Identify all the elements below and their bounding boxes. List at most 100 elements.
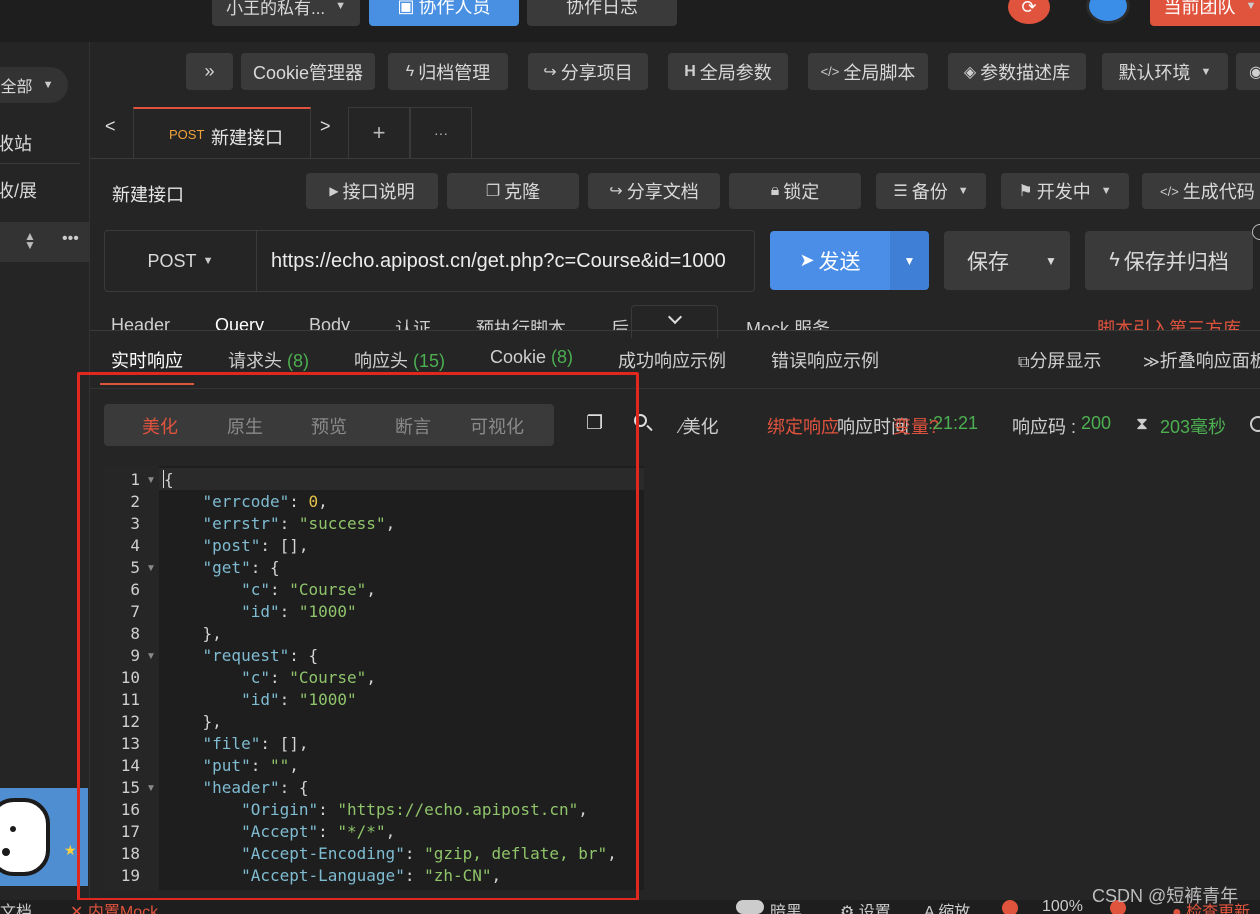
zoom-value: 100%: [1042, 900, 1083, 914]
req-hint[interactable]: 脚本引入第三方库: [1097, 315, 1241, 330]
code-icon: </>: [820, 64, 840, 79]
chevron-down-icon: ▼: [1200, 65, 1212, 78]
env-selector[interactable]: 默认环境 ▼: [1102, 53, 1228, 90]
cookie-manager-button[interactable]: Cookie管理器: [241, 53, 375, 90]
mascot-card: ★: [0, 788, 88, 886]
info-icon[interactable]: [1250, 416, 1260, 432]
zoom-link[interactable]: A 缩放: [924, 900, 970, 914]
save-button[interactable]: 保存: [944, 231, 1032, 290]
bolt-icon: ϟ: [1109, 249, 1120, 271]
copy-icon: ❐: [485, 183, 501, 200]
api-doc-button[interactable]: ▶ 接口说明: [306, 173, 438, 209]
zoom-out-icon[interactable]: [1002, 900, 1018, 914]
save-dropdown[interactable]: ▼: [1032, 231, 1070, 290]
req-tab-query[interactable]: Query: [215, 315, 264, 330]
dark-toggle[interactable]: [736, 900, 764, 914]
lock-button[interactable]: 🔒︎ 锁定: [729, 173, 861, 209]
share-icon: ↪: [609, 183, 623, 200]
chevron-down-icon: ▼: [42, 79, 54, 91]
resp-time-value: :21:21: [928, 413, 979, 433]
hourglass-icon: ⧗: [1136, 414, 1148, 433]
mock-link[interactable]: ✕ 内置Mock: [70, 900, 158, 914]
url-input[interactable]: https://echo.apipost.cn/get.php?c=Course…: [271, 250, 747, 273]
chevron-down-icon: ▼: [335, 0, 347, 12]
tab-active[interactable]: POST 新建接口: [133, 107, 311, 159]
clone-button[interactable]: ❐ 克隆: [447, 173, 579, 209]
share-project-button[interactable]: ↪ 分享项目: [528, 53, 648, 90]
expand-button[interactable]: »: [186, 53, 233, 90]
collab-button[interactable]: ▣ 协作人员: [369, 0, 519, 26]
req-tab-header[interactable]: Header: [111, 315, 170, 330]
req-tab-prescript[interactable]: 预执行脚本: [476, 315, 566, 330]
save-archive-button[interactable]: ϟ 保存并归档: [1085, 231, 1253, 290]
chevron-down-icon: ▼: [1100, 185, 1112, 197]
chevron-down-icon: ▼: [1245, 0, 1257, 12]
heading-icon: H: [684, 62, 696, 80]
tab-next-icon[interactable]: >: [320, 116, 331, 137]
sidebar-filter[interactable]: 全部 ▼: [0, 67, 68, 103]
settings-link[interactable]: ⚙ 设置: [840, 900, 891, 914]
panel-toggle[interactable]: [631, 305, 718, 338]
req-tab-postscript[interactable]: 后: [611, 315, 629, 330]
tab-more-button[interactable]: ···: [410, 107, 472, 159]
divider: [90, 330, 1260, 331]
split-icon: ⧉: [1018, 354, 1030, 371]
divider: [0, 163, 80, 164]
backup-button[interactable]: ☰ 备份 ▼: [876, 173, 986, 209]
send-dropdown[interactable]: ▼: [890, 231, 929, 290]
users-icon: ▣: [397, 0, 415, 16]
req-tab-body[interactable]: Body: [309, 315, 350, 330]
req-tab-mock[interactable]: Mock 服务: [746, 315, 830, 330]
tab-title: 新建接口: [211, 128, 283, 148]
chevron-down-icon: ▼: [202, 255, 214, 267]
flag-icon: ⚑: [1018, 183, 1033, 200]
eye-icon: ◉: [1249, 63, 1260, 81]
sort-icon[interactable]: ▲ ▼: [24, 230, 36, 251]
api-name: 新建接口: [112, 185, 184, 205]
chevron-down-icon: ▼: [957, 185, 969, 197]
bind-response-link[interactable]: 绑定响应: [767, 413, 839, 439]
global-params-button[interactable]: H 全局参数: [668, 53, 788, 90]
new-tab-button[interactable]: +: [348, 107, 410, 159]
tab-prev-icon[interactable]: <: [105, 116, 116, 137]
resp-tab-resp-headers[interactable]: 响应头 (15): [354, 347, 445, 373]
status-button[interactable]: ⚑ 开发中 ▼: [1001, 173, 1129, 209]
doc-link[interactable]: 文档: [0, 900, 32, 914]
help-icon[interactable]: [1252, 224, 1260, 240]
collab-log-button[interactable]: 协作日志: [527, 0, 677, 26]
split-view-button[interactable]: ⧉分屏显示: [1018, 347, 1101, 373]
req-tab-auth[interactable]: 认证: [395, 315, 431, 330]
global-script-button[interactable]: </> 全局脚本: [808, 53, 928, 90]
mascot-icon: [0, 798, 50, 876]
param-lib-button[interactable]: ◈ 参数描述库: [948, 53, 1086, 90]
share-icon: ↪: [543, 63, 557, 81]
duration-value: 203毫秒: [1160, 417, 1227, 437]
resp-tab-success-example[interactable]: 成功响应示例: [618, 347, 726, 373]
share-doc-button[interactable]: ↪ 分享文档: [588, 173, 720, 209]
status-bar: 文档 ✕ 内置Mock 暗黑 ⚙ 设置 A 缩放 100% ● 检查更新: [0, 900, 1260, 914]
fold-icon: ≫: [1143, 354, 1160, 371]
resp-tab-error-example[interactable]: 错误响应示例: [771, 347, 879, 373]
resp-tab-cookie[interactable]: Cookie (8): [490, 347, 573, 368]
archive-button[interactable]: ϟ 归档管理: [388, 53, 508, 90]
more-icon[interactable]: •••: [62, 230, 79, 248]
fold-panel-button[interactable]: ≫折叠响应面板: [1143, 347, 1260, 373]
eye-button[interactable]: ◉: [1236, 53, 1260, 90]
send-button[interactable]: ➤ 发送: [770, 231, 890, 290]
gen-code-button[interactable]: </> 生成代码: [1142, 173, 1260, 209]
highlight-box: [77, 372, 639, 901]
database-icon: ☰: [893, 183, 908, 200]
project-selector[interactable]: 小王的私有... ▼: [212, 0, 360, 26]
beautify-button[interactable]: ⁄美化: [680, 413, 719, 439]
paper-plane-icon: ➤: [799, 250, 815, 270]
dark-label: 暗黑: [770, 904, 803, 914]
sidebar-recycle[interactable]: 收站: [0, 130, 32, 156]
team-button[interactable]: 当前团队 ▼: [1150, 0, 1260, 26]
cube-icon: ◈: [963, 63, 977, 81]
sidebar-collapse[interactable]: 收/展: [0, 177, 37, 203]
resp-tab-live[interactable]: 实时响应: [111, 347, 183, 373]
resp-tab-req-headers[interactable]: 请求头 (8): [228, 347, 309, 373]
status-code-value: 200: [1081, 413, 1112, 433]
method-select[interactable]: POST ▼: [105, 231, 257, 291]
play-icon: ▶: [329, 184, 339, 198]
